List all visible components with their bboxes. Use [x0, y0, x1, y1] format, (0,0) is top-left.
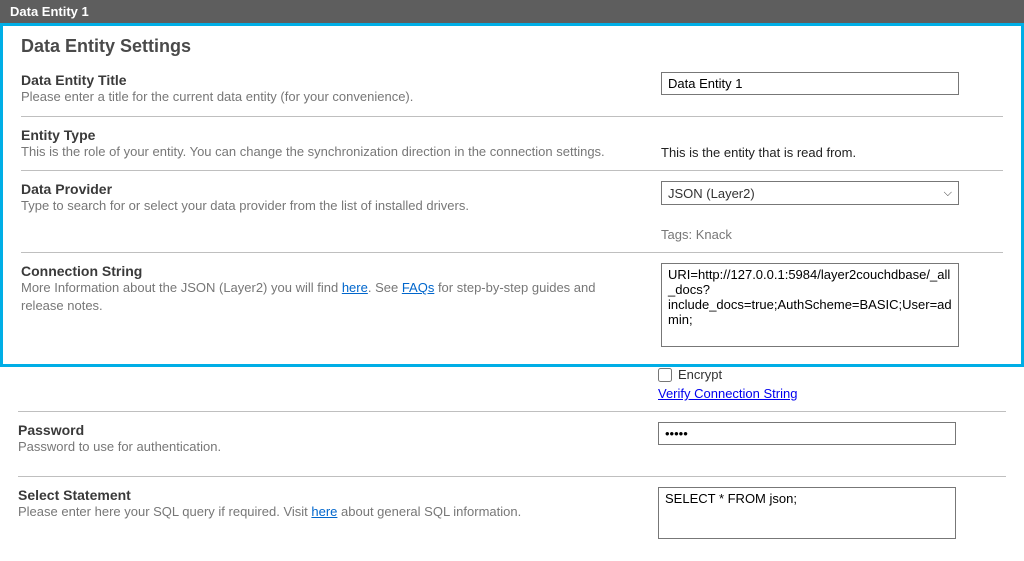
entity-title-input[interactable]: [661, 72, 959, 95]
label-select-statement: Select Statement: [18, 487, 628, 503]
encrypt-row: Encrypt: [658, 367, 956, 382]
encrypt-label: Encrypt: [678, 367, 722, 382]
row-password: Password Password to use for authenticat…: [18, 411, 1006, 466]
chevron-down-icon: ⌵: [944, 187, 952, 200]
label-entity-type: Entity Type: [21, 127, 631, 143]
verify-connection-link[interactable]: Verify Connection String: [658, 386, 797, 401]
password-input[interactable]: [658, 422, 956, 445]
panel-title: Data Entity Settings: [21, 36, 1003, 57]
connection-string-here-link[interactable]: here: [342, 280, 368, 295]
encrypt-checkbox[interactable]: [658, 368, 672, 382]
data-provider-select[interactable]: JSON (Layer2) ⌵: [661, 181, 959, 205]
highlighted-region: Data Entity Settings Data Entity Title P…: [0, 23, 1024, 367]
label-entity-title: Data Entity Title: [21, 72, 631, 88]
row-data-provider: Data Provider Type to search for or sele…: [21, 170, 1003, 252]
window-title: Data Entity 1: [10, 4, 89, 19]
window-titlebar: Data Entity 1: [0, 0, 1024, 23]
row-connection-string: Connection String More Information about…: [21, 252, 1003, 350]
row-select-statement: Select Statement Please enter here your …: [18, 476, 1006, 542]
help-select-statement: Please enter here your SQL query if requ…: [18, 503, 628, 521]
help-entity-type: This is the role of your entity. You can…: [21, 143, 631, 161]
connection-string-faqs-link[interactable]: FAQs: [402, 280, 435, 295]
help-connection-string: More Information about the JSON (Layer2)…: [21, 279, 631, 314]
select-statement-here-link[interactable]: here: [311, 504, 337, 519]
data-provider-tags: Tags: Knack: [661, 227, 1003, 242]
row-entity-type: Entity Type This is the role of your ent…: [21, 116, 1003, 171]
select-statement-textarea[interactable]: SELECT * FROM json;: [658, 487, 956, 539]
help-entity-title: Please enter a title for the current dat…: [21, 88, 631, 106]
help-data-provider: Type to search for or select your data p…: [21, 197, 631, 215]
label-password: Password: [18, 422, 628, 438]
label-data-provider: Data Provider: [21, 181, 631, 197]
connection-string-textarea[interactable]: URI=http://127.0.0.1:5984/layer2couchdba…: [661, 263, 959, 347]
entity-type-description: This is the entity that is read from.: [661, 127, 1003, 160]
help-password: Password to use for authentication.: [18, 438, 628, 456]
label-connection-string: Connection String: [21, 263, 631, 279]
data-provider-selected: JSON (Layer2): [668, 186, 755, 201]
row-entity-title: Data Entity Title Please enter a title f…: [21, 71, 1003, 116]
